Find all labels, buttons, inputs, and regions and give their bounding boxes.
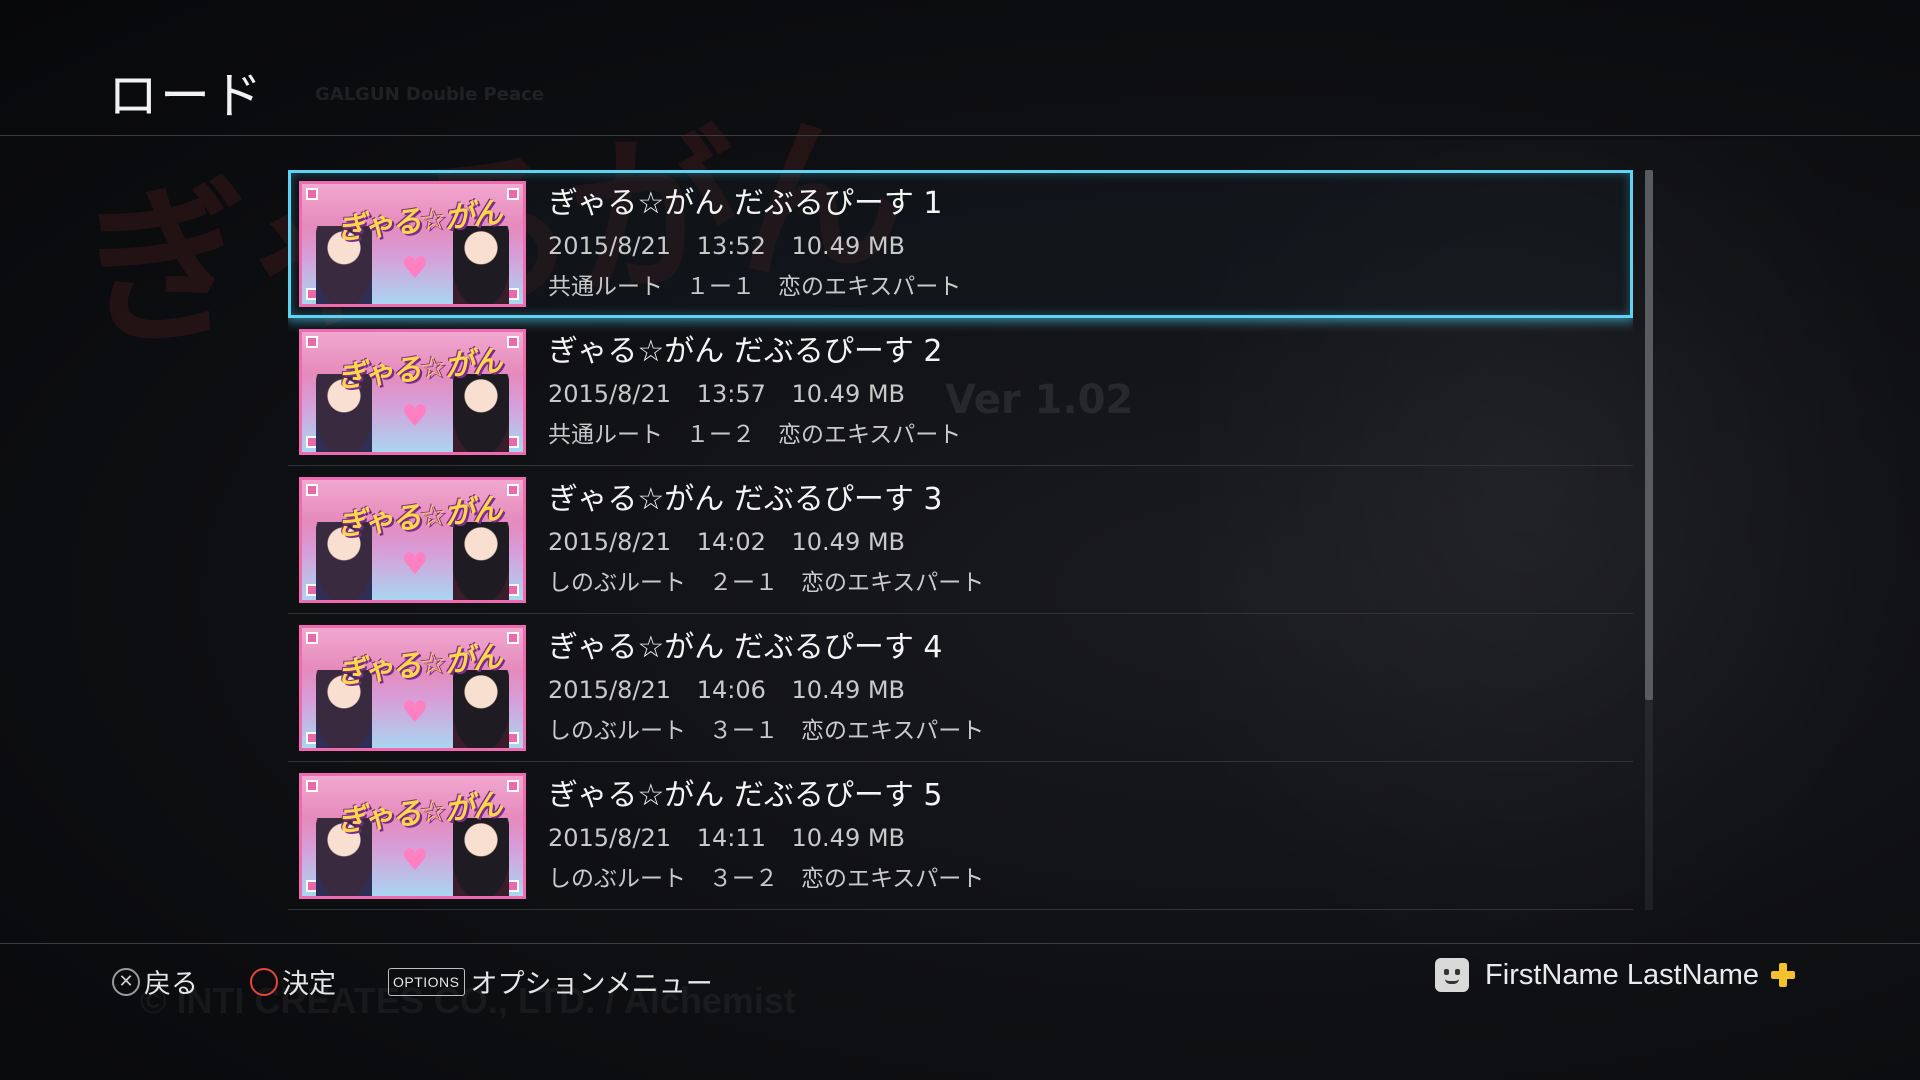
options-button-icon: OPTIONS (388, 967, 465, 996)
cross-button-icon: ✕ (112, 967, 140, 996)
avatar-icon (1435, 958, 1470, 992)
confirm-label: 決定 (282, 969, 336, 1000)
save-slot-4[interactable]: ♥ ぎゃる☆がん ぎゃる☆がん だぶるぴーす 4 2015/8/21 14:06… (288, 614, 1633, 762)
save-thumbnail: ♥ ぎゃる☆がん (299, 773, 526, 899)
save-title: ぎゃる☆がん だぶるぴーす 1 (548, 186, 943, 221)
save-thumbnail: ♥ ぎゃる☆がん (299, 329, 526, 455)
save-size: 10.49 MB (791, 528, 906, 556)
save-size: 10.49 MB (791, 380, 906, 408)
heart-icon: ♥ (401, 399, 429, 434)
save-detail: しのぶルート ３ー１ 恋のエキスパート (548, 718, 985, 744)
save-time: 13:57 (696, 380, 766, 408)
save-slot-3[interactable]: ♥ ぎゃる☆がん ぎゃる☆がん だぶるぴーす 3 2015/8/21 14:02… (288, 466, 1633, 614)
save-slot-1[interactable]: ♥ ぎゃる☆がん ぎゃる☆がん だぶるぴーす 1 2015/8/21 13:52… (288, 170, 1633, 318)
save-time: 14:06 (696, 676, 766, 704)
save-time: 13:52 (696, 232, 766, 260)
options-hint[interactable]: OPTIONS オプションメニュー (388, 962, 713, 1001)
footer: ✕ 戻る 決定 OPTIONS オプションメニュー FirstName Last… (0, 943, 1920, 1080)
save-slot-2[interactable]: ♥ ぎゃる☆がん ぎゃる☆がん だぶるぴーす 2 2015/8/21 13:57… (288, 318, 1633, 466)
heart-icon: ♥ (401, 547, 429, 582)
header: ロード (0, 0, 1920, 136)
save-date: 2015/8/21 (548, 380, 672, 408)
character-right-image (453, 818, 509, 896)
save-time: 14:11 (696, 824, 766, 852)
save-meta: 2015/8/21 14:06 10.49 MB (548, 676, 923, 704)
save-meta: 2015/8/21 13:57 10.49 MB (548, 380, 923, 408)
save-title: ぎゃる☆がん だぶるぴーす 5 (548, 778, 943, 813)
save-date: 2015/8/21 (548, 824, 672, 852)
save-detail: 共通ルート １ー１ 恋のエキスパート (548, 274, 962, 300)
save-date: 2015/8/21 (548, 232, 672, 260)
back-label: 戻る (144, 969, 198, 1000)
save-size: 10.49 MB (791, 676, 906, 704)
heart-icon: ♥ (401, 843, 429, 878)
playstation-plus-icon (1771, 963, 1795, 987)
user-info: FirstName LastName (1435, 958, 1795, 992)
save-meta: 2015/8/21 14:11 10.49 MB (548, 824, 923, 852)
save-detail: しのぶルート ３ー２ 恋のエキスパート (548, 866, 985, 892)
character-right-image (453, 522, 509, 600)
save-thumbnail: ♥ ぎゃる☆がん (299, 477, 526, 603)
list-scrollbar[interactable] (1645, 170, 1653, 910)
save-size: 10.49 MB (791, 232, 906, 260)
confirm-hint[interactable]: 決定 (250, 962, 336, 1001)
save-date: 2015/8/21 (548, 676, 672, 704)
save-slot-5[interactable]: ♥ ぎゃる☆がん ぎゃる☆がん だぶるぴーす 5 2015/8/21 14:11… (288, 762, 1633, 910)
scrollbar-thumb[interactable] (1645, 170, 1653, 700)
save-meta: 2015/8/21 14:02 10.49 MB (548, 528, 923, 556)
save-meta: 2015/8/21 13:52 10.49 MB (548, 232, 923, 260)
save-title: ぎゃる☆がん だぶるぴーす 4 (548, 630, 943, 665)
circle-button-icon (250, 967, 278, 996)
save-detail: 共通ルート １ー２ 恋のエキスパート (548, 422, 962, 448)
load-screen: ぎゃるがん GALGUN Double Peace Ver 1.02 © INT… (0, 0, 1920, 1080)
heart-icon: ♥ (401, 695, 429, 730)
character-right-image (453, 670, 509, 748)
character-right-image (453, 374, 509, 452)
back-hint[interactable]: ✕ 戻る (112, 962, 198, 1001)
options-label: オプションメニュー (470, 969, 713, 1000)
save-detail: しのぶルート ２ー１ 恋のエキスパート (548, 570, 985, 596)
save-size: 10.49 MB (791, 824, 906, 852)
save-thumbnail: ♥ ぎゃる☆がん (299, 181, 526, 307)
save-date: 2015/8/21 (548, 528, 672, 556)
page-title: ロード (108, 67, 264, 125)
save-thumbnail: ♥ ぎゃる☆がん (299, 625, 526, 751)
user-name: FirstName LastName (1485, 958, 1759, 991)
character-right-image (453, 226, 509, 304)
save-time: 14:02 (696, 528, 766, 556)
save-list: ♥ ぎゃる☆がん ぎゃる☆がん だぶるぴーす 1 2015/8/21 13:52… (288, 170, 1633, 910)
save-title: ぎゃる☆がん だぶるぴーす 3 (548, 482, 943, 517)
heart-icon: ♥ (401, 251, 429, 286)
save-title: ぎゃる☆がん だぶるぴーす 2 (548, 334, 943, 369)
